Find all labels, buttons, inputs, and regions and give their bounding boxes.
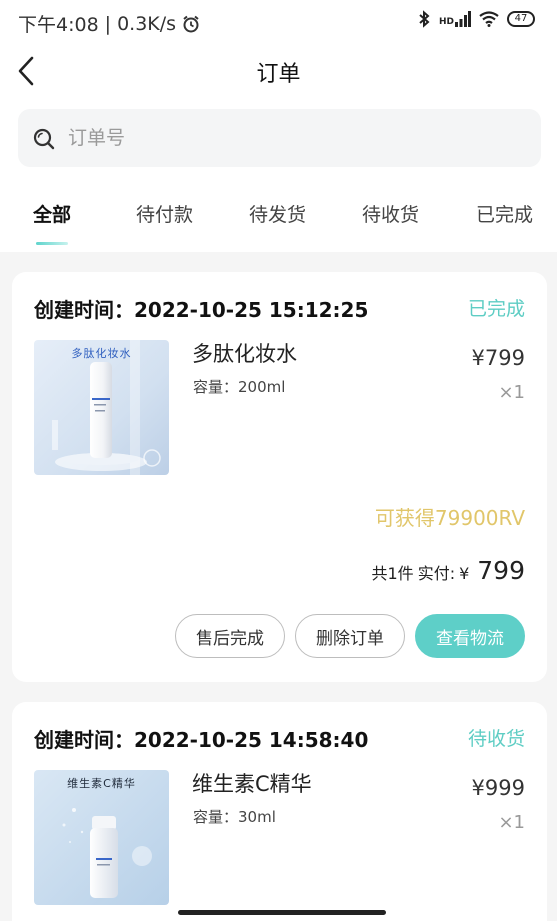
order-created-time: 创建时间：2022-10-25 14:58:40: [34, 724, 368, 753]
header-area: 下午4:08 | 0.3K/s HD 47 订单 订单号 全部 待付款 待发货 …: [0, 0, 557, 252]
order-created-time: 创建时间：2022-10-25 15:12:25: [34, 294, 368, 323]
tab-completed[interactable]: 已完成: [476, 200, 533, 227]
product-image[interactable]: 多肽化妆水: [34, 340, 169, 475]
paid-label: 实付:: [417, 564, 456, 583]
cellular-signal-icon: [455, 11, 471, 27]
order-actions: 售后完成 删除订单 查看物流: [175, 614, 525, 658]
tab-pending-receipt[interactable]: 待收货: [362, 200, 419, 227]
product-image[interactable]: 维生素C精华: [34, 770, 169, 905]
currency-symbol: ¥: [459, 564, 470, 583]
after-sales-complete-button[interactable]: 售后完成: [175, 614, 285, 658]
nav-bar: 订单: [0, 44, 557, 100]
order-card[interactable]: 创建时间：2022-10-25 14:58:40 待收货 维生素C精华 维生素C…: [12, 702, 547, 921]
view-logistics-button[interactable]: 查看物流: [415, 614, 525, 658]
battery-icon: 47: [507, 11, 535, 27]
product-quantity: ×1: [498, 812, 525, 833]
tab-pending-shipment[interactable]: 待发货: [249, 200, 306, 227]
reward-points: 可获得79900RV: [374, 506, 525, 530]
page-title: 订单: [256, 62, 301, 87]
network-speed: 0.3K/s: [117, 12, 177, 35]
created-time-label: 创建时间：: [34, 728, 134, 752]
order-number-search-input[interactable]: [68, 109, 528, 167]
alarm-icon: [183, 15, 199, 32]
product-name: 多肽化妆水: [192, 342, 297, 366]
status-bar: 下午4:08 | 0.3K/s HD 47: [0, 0, 557, 44]
order-total: 共1件 实付: ¥ 799: [372, 556, 526, 585]
hd-label: HD: [438, 17, 454, 27]
toner-product-image: 多肽化妆水: [34, 340, 169, 475]
wifi-icon: [479, 11, 499, 27]
created-time-value: 2022-10-25 14:58:40: [134, 728, 369, 752]
search-bar[interactable]: [18, 109, 541, 167]
created-time-value: 2022-10-25 15:12:25: [134, 298, 369, 322]
created-time-label: 创建时间：: [34, 298, 134, 322]
tab-all[interactable]: 全部: [33, 200, 71, 227]
serum-product-image: 维生素C精华: [34, 770, 169, 905]
bluetooth-icon: [419, 10, 430, 28]
home-indicator[interactable]: [178, 910, 386, 915]
product-spec: 容量：30ml: [193, 808, 276, 826]
active-tab-indicator: [36, 242, 68, 245]
order-status-tabs: 全部 待付款 待发货 待收货 已完成: [0, 190, 557, 246]
product-spec: 容量：200ml: [193, 378, 286, 396]
order-status-badge: 已完成: [467, 298, 525, 320]
product-image-caption: 多肽化妆水: [72, 346, 132, 360]
tab-pending-payment[interactable]: 待付款: [136, 200, 193, 227]
product-image-caption: 维生素C精华: [67, 776, 136, 790]
paid-amount: 799: [477, 556, 525, 585]
item-count: 共1件: [371, 564, 414, 583]
delete-order-button[interactable]: 删除订单: [295, 614, 405, 658]
status-left: 下午4:08 | 0.3K/s: [18, 10, 200, 37]
order-card[interactable]: 创建时间：2022-10-25 15:12:25 已完成 多肽化妆水 多肽化妆水…: [12, 272, 547, 682]
status-separator: |: [104, 12, 112, 35]
product-price: ¥799: [471, 346, 525, 370]
search-icon: [33, 128, 55, 150]
product-name: 维生素C精华: [192, 772, 312, 796]
status-right: HD 47: [417, 10, 535, 28]
product-price: ¥999: [471, 776, 525, 800]
status-time: 下午4:08: [18, 14, 99, 36]
order-status-badge: 待收货: [467, 728, 525, 750]
product-quantity: ×1: [498, 382, 525, 403]
